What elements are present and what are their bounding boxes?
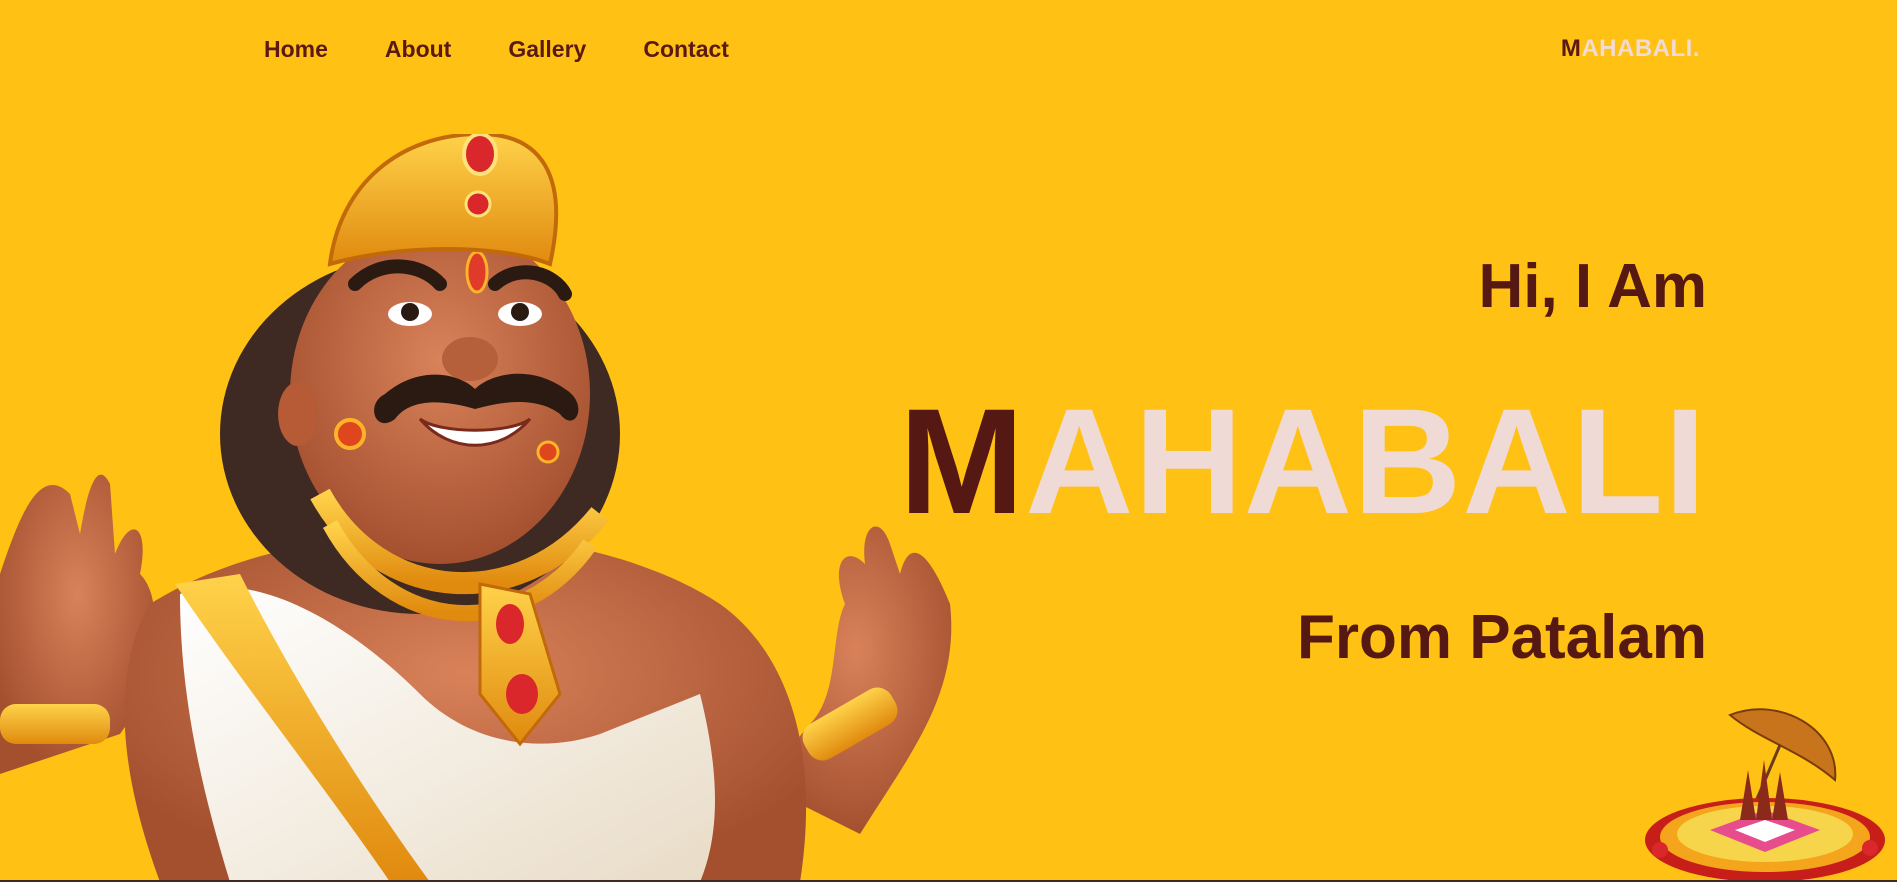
hero-name-first-letter: M bbox=[899, 377, 1026, 545]
nav-home-link[interactable]: Home bbox=[264, 36, 328, 62]
pookalam-decoration bbox=[1645, 708, 1885, 882]
hero-subtitle: From Patalam bbox=[1296, 603, 1707, 672]
king-mahabali-illustration bbox=[0, 134, 952, 882]
nav-contact-link[interactable]: Contact bbox=[643, 36, 729, 62]
main-nav: Home About Gallery Contact bbox=[264, 36, 786, 62]
nav-gallery-link[interactable]: Gallery bbox=[508, 36, 586, 62]
nav-about-link[interactable]: About bbox=[385, 36, 451, 62]
logo-first-letter: M bbox=[1560, 35, 1582, 62]
site-logo[interactable]: MAHABALI. bbox=[1561, 36, 1700, 62]
hero-name-rest: AHABALI bbox=[1025, 377, 1707, 545]
hero-name: MAHABALI bbox=[899, 386, 1707, 536]
hero-greeting: Hi, I Am bbox=[1478, 252, 1707, 321]
logo-rest: AHABALI. bbox=[1581, 35, 1700, 62]
